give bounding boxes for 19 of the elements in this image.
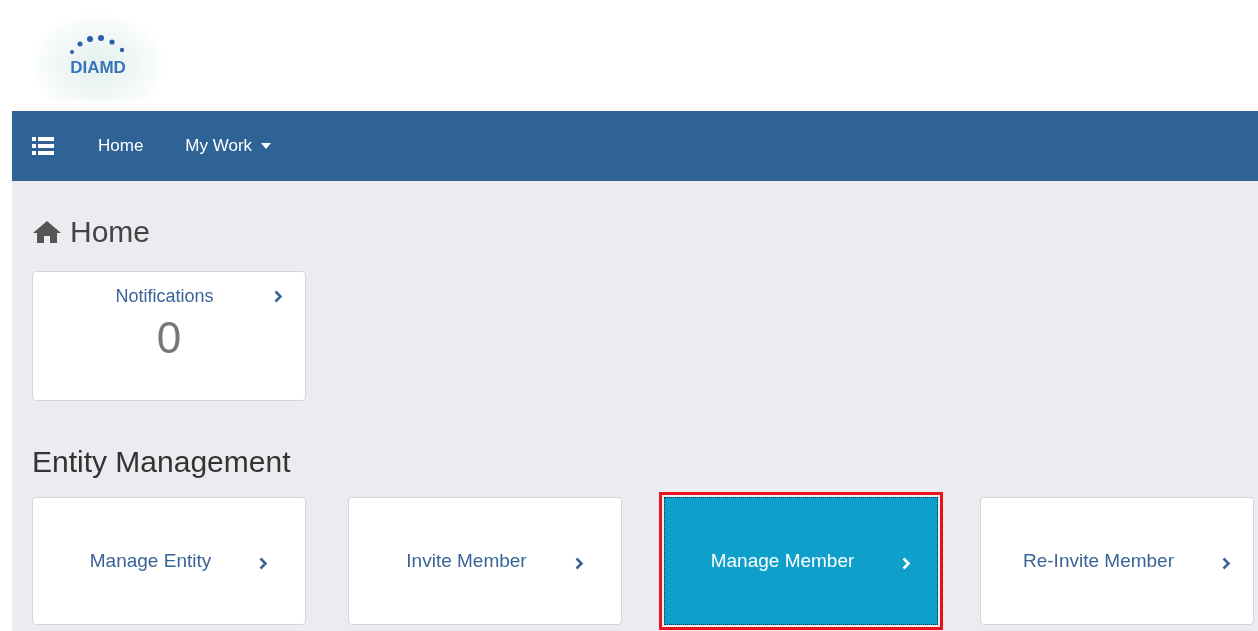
logo-text: DIAMD [70,57,126,78]
menu-dropdown[interactable]: My Work [185,136,272,156]
notification-count: 0 [156,313,182,363]
home-icon [32,220,62,244]
chevron-right-icon [259,556,269,570]
caret-icon [261,143,272,149]
notifications-card[interactable]: Notifications 0 [32,271,306,401]
chevron-right-icon [574,556,584,570]
tile-button[interactable]: Manage Entity [32,497,306,625]
tile-button[interactable]: Invite Member [348,497,622,625]
section-title: Entity Management [32,445,292,479]
tile-button[interactable]: Re-Invite Member [980,497,1254,625]
page-title: Home [70,215,151,249]
nav-link[interactable]: Home [98,136,144,156]
card-title: Notifications [115,286,214,307]
chevron-right-icon [273,290,283,303]
menu-icon[interactable] [32,137,54,155]
chevron-right-icon [1222,556,1231,570]
chevron-right-icon [902,556,912,570]
